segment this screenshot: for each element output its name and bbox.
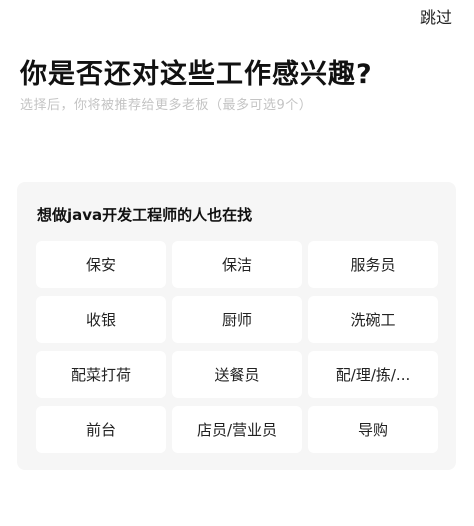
card-title: 想做java开发工程师的人也在找 <box>37 206 253 224</box>
job-tag[interactable]: 配菜打荷 <box>36 351 166 398</box>
job-tag[interactable]: 保洁 <box>172 241 302 288</box>
recommendation-card: 想做java开发工程师的人也在找 保安 保洁 服务员 收银 厨师 洗碗工 配菜打… <box>17 182 456 470</box>
job-tag[interactable]: 保安 <box>36 241 166 288</box>
job-tag[interactable]: 配/理/拣/... <box>308 351 438 398</box>
job-tag[interactable]: 店员/营业员 <box>172 406 302 453</box>
job-tag[interactable]: 洗碗工 <box>308 296 438 343</box>
page-title: 你是否还对这些工作感兴趣? <box>20 59 373 90</box>
job-tag[interactable]: 服务员 <box>308 241 438 288</box>
job-tag[interactable]: 前台 <box>36 406 166 453</box>
job-tag[interactable]: 导购 <box>308 406 438 453</box>
job-tag[interactable]: 厨师 <box>172 296 302 343</box>
job-tag[interactable]: 送餐员 <box>172 351 302 398</box>
skip-button[interactable]: 跳过 <box>420 4 452 28</box>
job-tag-grid: 保安 保洁 服务员 收银 厨师 洗碗工 配菜打荷 送餐员 配/理/拣/... 前… <box>36 241 438 453</box>
job-tag[interactable]: 收银 <box>36 296 166 343</box>
page-subtitle: 选择后，你将被推荐给更多老板（最多可选9个） <box>20 98 313 113</box>
